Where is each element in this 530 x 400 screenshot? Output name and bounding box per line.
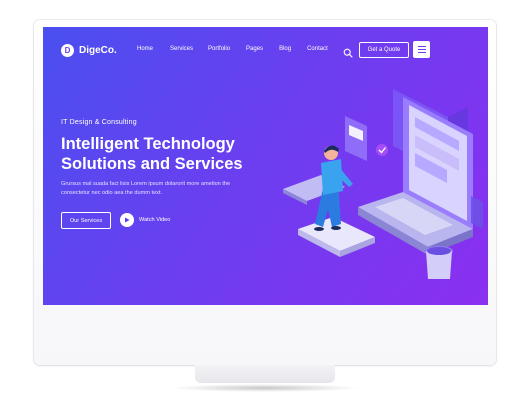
monitor-stand: [195, 365, 335, 383]
nav-home[interactable]: Home: [137, 46, 153, 52]
get-a-quote-button[interactable]: Get a Quote: [359, 42, 409, 58]
search-icon[interactable]: [343, 45, 353, 58]
website-screen: D DigeCo. Home Services Portfolio Pages …: [43, 27, 488, 305]
logo[interactable]: D DigeCo.: [61, 44, 117, 57]
nav-blog[interactable]: Blog: [279, 46, 291, 52]
logo-text: DigeCo.: [79, 45, 117, 56]
play-icon: [120, 213, 134, 227]
hero-title: Intelligent Technology Solutions and Ser…: [61, 134, 281, 174]
nav-contact[interactable]: Contact: [307, 46, 328, 52]
hero-title-line-1: Intelligent Technology: [61, 135, 235, 153]
hero-description: Grursus mal suada faci lisis Lorem ipsum…: [61, 181, 231, 196]
nav-services[interactable]: Services: [170, 46, 193, 52]
logo-mark-icon: D: [61, 44, 74, 57]
hero-eyebrow: IT Design & Consulting: [61, 119, 137, 126]
hamburger-icon[interactable]: [413, 41, 430, 58]
watch-video-button[interactable]: Watch Video: [120, 213, 170, 227]
nav-portfolio[interactable]: Portfolio: [208, 46, 230, 52]
isometric-laptop-illustration: [283, 89, 483, 279]
main-nav: Home Services Portfolio Pages Blog Conta…: [137, 46, 328, 52]
our-services-button[interactable]: Our Services: [61, 212, 111, 229]
stand-shadow: [170, 384, 360, 392]
watch-video-label: Watch Video: [139, 217, 171, 223]
nav-pages[interactable]: Pages: [246, 46, 263, 52]
hero-title-line-2: Solutions and Services: [61, 155, 243, 173]
